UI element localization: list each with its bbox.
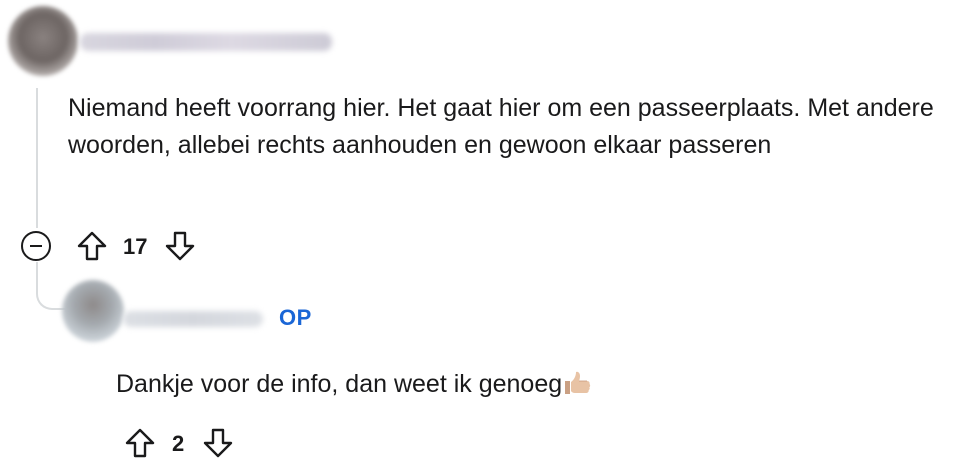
op-badge: OP [279,305,312,330]
thread-connector [36,262,66,310]
collapse-thread-icon[interactable] [21,231,51,261]
upvote-arrow-icon[interactable] [76,230,108,262]
comment-text: Niemand heeft voorrang hier. Het gaat hi… [68,94,934,159]
vote-count: 17 [123,234,148,259]
comment-text: Dankje voor de info, dan weet ik genoeg [116,366,836,403]
username-blurred[interactable] [80,33,332,51]
vote-count: 2 [172,431,185,456]
comment-text-content: Dankje voor de info, dan weet ik genoeg [116,370,563,398]
thread-line[interactable] [36,88,38,228]
avatar[interactable] [8,6,78,76]
thumbs-up-icon [565,371,591,394]
downvote-arrow-icon[interactable] [164,230,196,262]
username-blurred[interactable] [123,311,263,327]
downvote-arrow-icon[interactable] [202,427,234,459]
avatar[interactable] [62,280,124,342]
upvote-arrow-icon[interactable] [124,427,156,459]
